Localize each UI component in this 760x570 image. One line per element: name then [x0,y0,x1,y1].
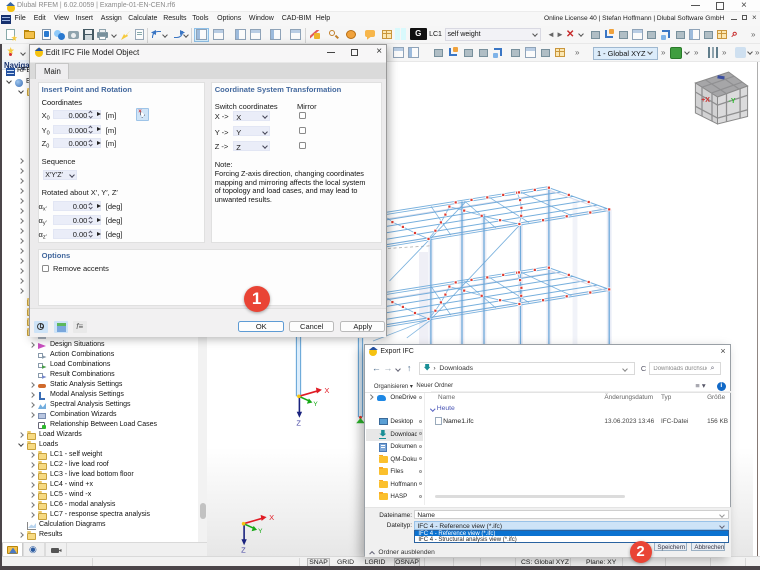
svg-text:X: X [269,513,274,522]
svg-text:Y: Y [313,401,318,408]
svg-text:Z: Z [241,546,246,555]
svg-text:Y: Y [258,528,263,535]
svg-text:+X: +X [701,97,710,104]
svg-text:-Y: -Y [729,98,736,105]
svg-text:X: X [324,386,329,395]
svg-text:Z: Z [296,418,301,427]
